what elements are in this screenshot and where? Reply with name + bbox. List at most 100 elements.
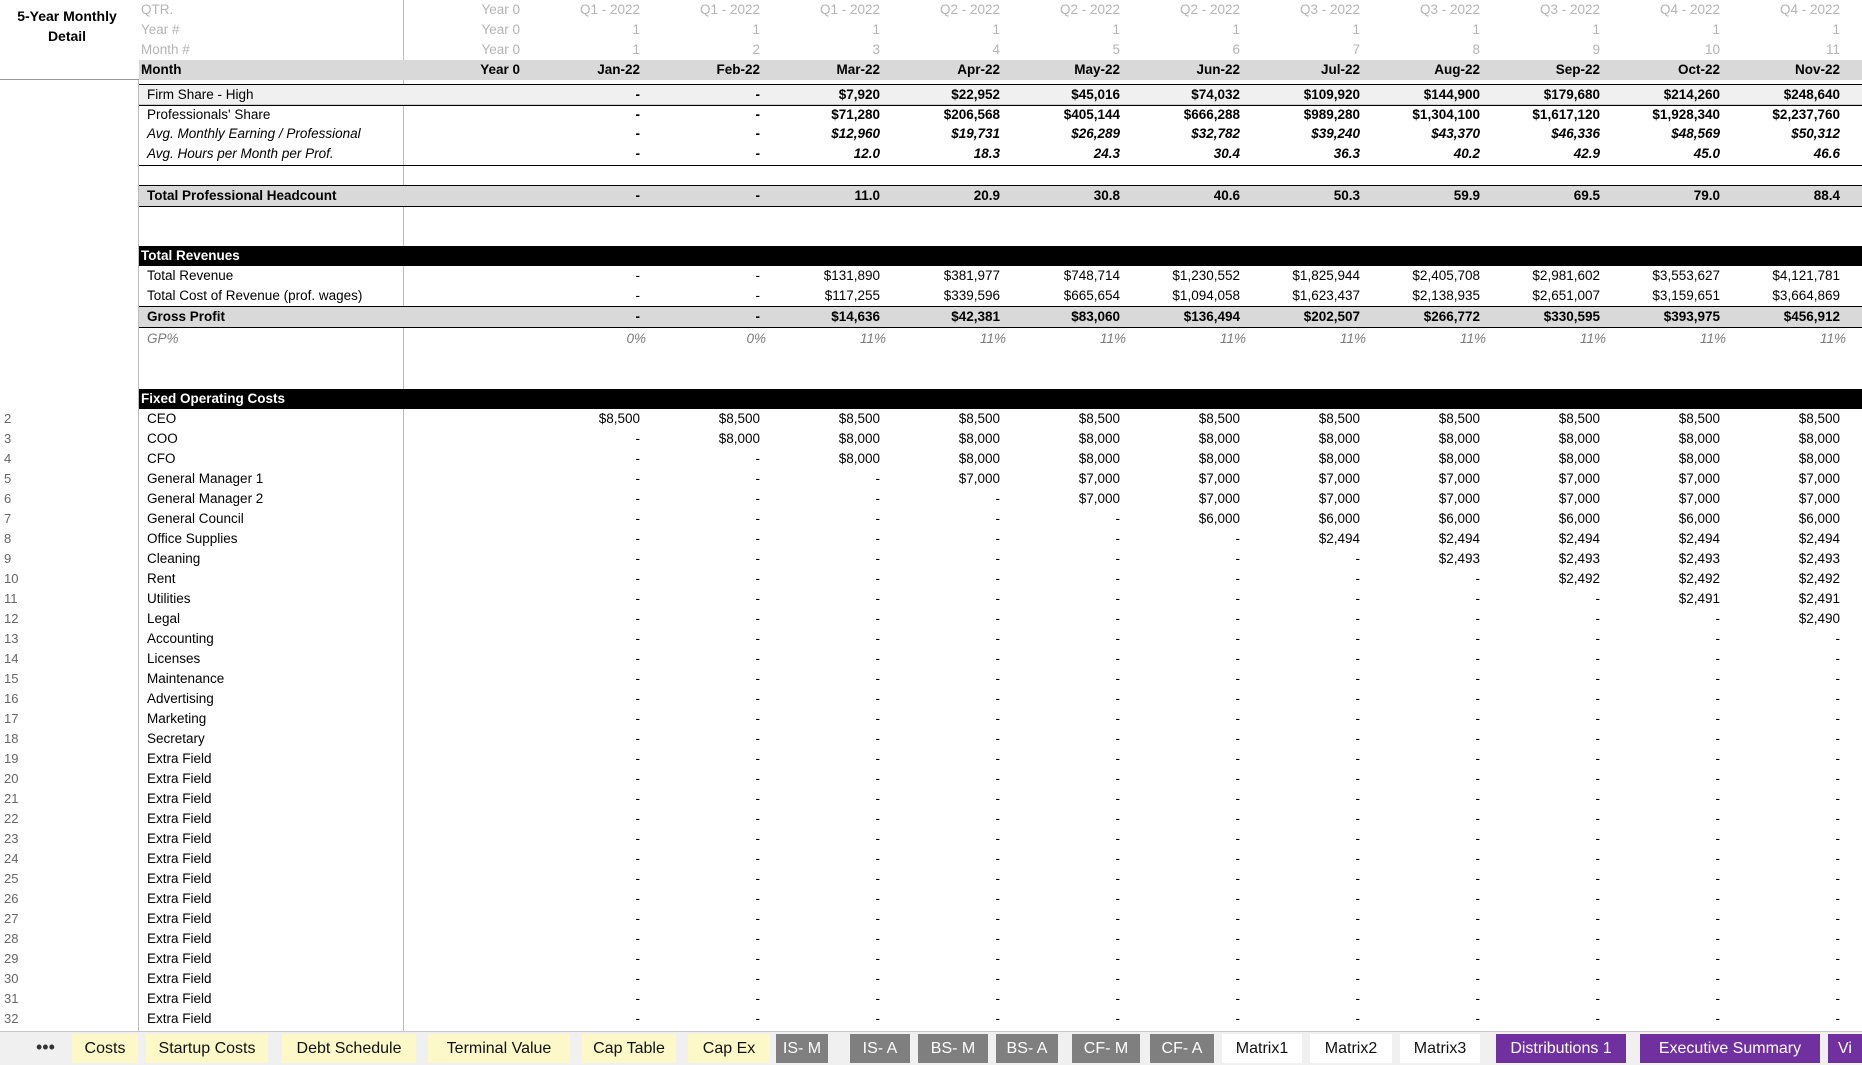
row-cell[interactable]: - <box>890 809 1001 829</box>
row-cell[interactable]: $2,981,602 <box>1490 266 1600 286</box>
row-cell[interactable]: $8,000 <box>770 429 880 449</box>
row-cell[interactable]: - <box>1490 629 1601 649</box>
month-cell[interactable]: Aug-22 <box>1370 60 1480 80</box>
row-cell[interactable]: - <box>650 669 761 689</box>
header-cell[interactable]: 4 <box>890 40 1000 60</box>
row-cell[interactable]: - <box>1370 709 1481 729</box>
row-cell[interactable]: - <box>770 809 881 829</box>
row-cell[interactable]: - <box>770 709 881 729</box>
month-cell[interactable]: Apr-22 <box>890 60 1000 80</box>
row-cell[interactable]: - <box>1490 809 1601 829</box>
row-cell[interactable]: - <box>1250 869 1361 889</box>
row-cell[interactable]: $7,000 <box>1010 469 1120 489</box>
row-cell[interactable]: - <box>650 769 761 789</box>
row-cell[interactable]: $989,280 <box>1250 105 1360 125</box>
row-cell[interactable]: - <box>770 569 881 589</box>
row-cell[interactable]: - <box>1010 709 1121 729</box>
row-cell[interactable]: - <box>1730 669 1841 689</box>
row-cell[interactable]: - <box>1610 729 1721 749</box>
row-cell[interactable]: - <box>530 105 641 125</box>
row-cell[interactable]: $8,500 <box>1250 409 1360 429</box>
row-cell[interactable]: $8,500 <box>1130 409 1240 429</box>
row-cell[interactable]: - <box>1730 969 1841 989</box>
row-cell[interactable]: - <box>890 789 1001 809</box>
row-cell[interactable]: $2,494 <box>1730 529 1840 549</box>
row-cell[interactable]: - <box>650 144 761 164</box>
row-cell[interactable]: $666,288 <box>1130 105 1240 125</box>
sheet-tab[interactable]: Matrix2 <box>1310 1034 1392 1063</box>
row-cell[interactable]: $2,492 <box>1610 569 1720 589</box>
row-cell[interactable]: - <box>530 509 641 529</box>
row-cell[interactable]: - <box>650 649 761 669</box>
header-cell[interactable]: 1 <box>1490 20 1600 40</box>
row-cell[interactable]: $8,000 <box>1250 429 1360 449</box>
row-cell[interactable]: - <box>1610 769 1721 789</box>
sheet-tab[interactable]: Matrix1 <box>1222 1034 1302 1063</box>
row-cell[interactable]: - <box>1730 649 1841 669</box>
row-cell[interactable]: - <box>1730 809 1841 829</box>
row-cell[interactable]: - <box>890 849 1001 869</box>
sheet-tab[interactable]: Distributions 1 <box>1496 1034 1626 1063</box>
header-cell[interactable]: Q4 - 2022 <box>1730 0 1840 20</box>
header-cell[interactable]: 1 <box>1250 20 1360 40</box>
row-cell[interactable]: - <box>1730 889 1841 909</box>
row-cell[interactable]: - <box>1130 949 1241 969</box>
row-cell[interactable]: - <box>1010 589 1121 609</box>
month-cell[interactable]: Feb-22 <box>650 60 760 80</box>
row-cell[interactable]: - <box>1610 609 1721 629</box>
row-cell[interactable]: 12.0 <box>770 144 880 164</box>
month-cell[interactable]: Jun-22 <box>1130 60 1240 80</box>
header-cell[interactable]: 1 <box>1130 20 1240 40</box>
sheet-tab[interactable]: Startup Costs <box>146 1034 268 1063</box>
sheet-tab[interactable]: IS- M <box>776 1034 828 1063</box>
header-cell[interactable]: 10 <box>1610 40 1720 60</box>
row-cell[interactable]: - <box>530 609 641 629</box>
row-cell[interactable]: - <box>1250 609 1361 629</box>
row-cell[interactable]: - <box>1010 889 1121 909</box>
sheet-tab[interactable]: Vi <box>1828 1034 1862 1063</box>
row-cell[interactable]: $2,651,007 <box>1490 286 1600 306</box>
row-cell[interactable]: - <box>1250 849 1361 869</box>
row-cell[interactable]: - <box>770 949 881 969</box>
row-cell[interactable]: - <box>1130 829 1241 849</box>
row-cell[interactable]: - <box>770 529 881 549</box>
month-cell[interactable]: Nov-22 <box>1730 60 1840 80</box>
row-cell[interactable]: - <box>530 749 641 769</box>
row-cell[interactable]: - <box>1370 929 1481 949</box>
row-cell[interactable]: - <box>530 469 641 489</box>
row-cell[interactable]: $109,920 <box>1250 85 1360 105</box>
row-cell[interactable]: - <box>530 729 641 749</box>
row-cell[interactable]: - <box>1610 829 1721 849</box>
row-cell[interactable]: - <box>1370 669 1481 689</box>
row-cell[interactable]: $2,493 <box>1370 549 1480 569</box>
row-cell[interactable]: - <box>1250 809 1361 829</box>
row-cell[interactable]: $7,000 <box>1730 469 1840 489</box>
row-cell[interactable]: $3,159,651 <box>1610 286 1720 306</box>
row-cell[interactable]: $1,928,340 <box>1610 105 1720 125</box>
header-cell[interactable]: Q3 - 2022 <box>1250 0 1360 20</box>
row-cell[interactable]: - <box>650 489 761 509</box>
header-cell[interactable]: 9 <box>1490 40 1600 60</box>
row-cell[interactable]: - <box>1010 609 1121 629</box>
row-cell[interactable]: - <box>650 509 761 529</box>
row-cell[interactable]: - <box>530 929 641 949</box>
row-cell[interactable]: - <box>890 629 1001 649</box>
row-cell[interactable]: $7,000 <box>1610 469 1720 489</box>
row-cell[interactable]: - <box>1370 809 1481 829</box>
row-cell[interactable]: 88.4 <box>1730 186 1840 206</box>
row-cell[interactable]: - <box>1250 929 1361 949</box>
row-cell[interactable]: - <box>1250 729 1361 749</box>
row-cell[interactable]: $7,000 <box>1490 469 1600 489</box>
row-cell[interactable]: $2,494 <box>1610 529 1720 549</box>
row-cell[interactable]: $2,237,760 <box>1730 105 1840 125</box>
row-cell[interactable]: - <box>650 589 761 609</box>
row-cell[interactable]: $6,000 <box>1370 509 1480 529</box>
row-cell[interactable]: - <box>530 709 641 729</box>
row-cell[interactable]: $14,636 <box>770 307 880 327</box>
row-cell[interactable]: - <box>530 266 641 286</box>
row-cell[interactable]: - <box>650 869 761 889</box>
row-cell[interactable]: - <box>1370 909 1481 929</box>
row-cell[interactable]: $6,000 <box>1610 509 1720 529</box>
row-cell[interactable]: - <box>650 105 761 125</box>
row-cell[interactable]: - <box>1130 929 1241 949</box>
